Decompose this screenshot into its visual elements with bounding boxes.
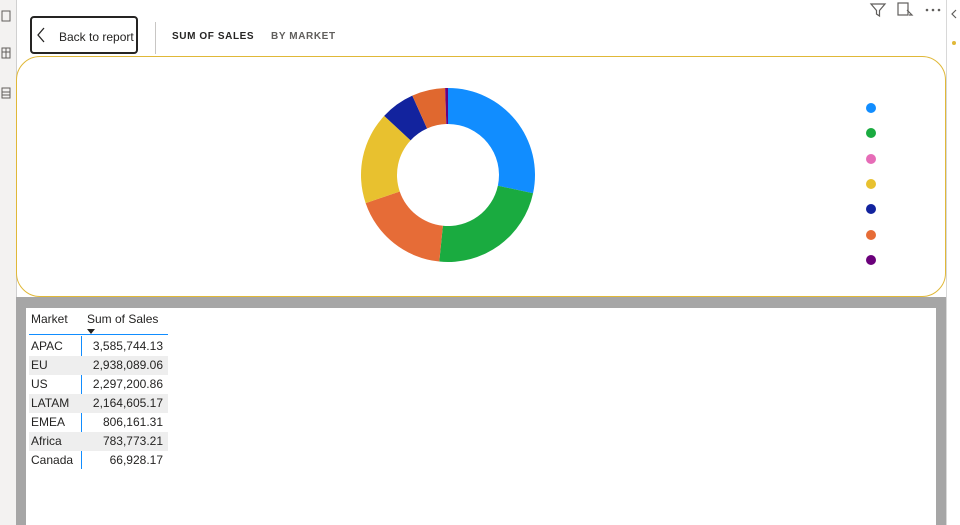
market-cell: LATAM xyxy=(31,396,70,410)
market-cell: EMEA xyxy=(31,415,66,429)
page-icon[interactable] xyxy=(1,10,11,22)
filter-icon[interactable] xyxy=(869,1,887,19)
table-row[interactable]: APAC 3,585,744.13 xyxy=(29,337,168,356)
legend-marker-canada[interactable] xyxy=(866,255,876,265)
data-table[interactable]: Market Sum of Sales APAC 3,585,744.13 EU… xyxy=(26,308,936,525)
market-cell: EU xyxy=(31,358,48,372)
sales-cell: 783,773.21 xyxy=(102,434,163,448)
sales-cell: 2,297,200.86 xyxy=(92,377,163,391)
column-header-market[interactable]: Market xyxy=(31,312,68,326)
filters-pane-collapsed[interactable] xyxy=(946,0,960,525)
expand-pane-icon[interactable] xyxy=(947,0,960,60)
legend-marker-emea[interactable] xyxy=(866,204,876,214)
breadcrumb-by-market: BY MARKET xyxy=(271,31,336,42)
legend-marker-us[interactable] xyxy=(866,154,876,164)
pages-rail xyxy=(0,0,17,525)
table-row[interactable]: LATAM 2,164,605.17 xyxy=(29,394,168,413)
table-row[interactable]: EMEA 806,161.31 xyxy=(29,413,168,432)
sales-cell: 806,161.31 xyxy=(102,415,163,429)
legend-marker-eu[interactable] xyxy=(866,128,876,138)
chevron-left-icon xyxy=(37,27,45,43)
sales-cell: 2,938,089.06 xyxy=(92,358,163,372)
table-icon[interactable] xyxy=(1,47,11,59)
legend-marker-africa[interactable] xyxy=(866,230,876,240)
market-cell: Africa xyxy=(31,434,62,448)
table-row[interactable]: EU 2,938,089.06 xyxy=(29,356,168,375)
breadcrumb-sum-of-sales: SUM OF SALES xyxy=(172,31,255,42)
sales-cell: 66,928.17 xyxy=(109,453,163,467)
column-header-sum-of-sales[interactable]: Sum of Sales xyxy=(87,312,158,326)
donut-slice-eu[interactable] xyxy=(439,185,534,262)
header-divider xyxy=(29,334,168,335)
market-cell: APAC xyxy=(31,339,63,353)
model-icon[interactable] xyxy=(1,87,11,99)
sales-cell: 2,164,605.17 xyxy=(92,396,163,410)
legend-marker-latam[interactable] xyxy=(866,179,876,189)
back-to-report-label: Back to report xyxy=(59,30,134,44)
sales-cell: 3,585,744.13 xyxy=(92,339,163,353)
donut-chart xyxy=(361,88,535,262)
donut-slice-apac[interactable] xyxy=(448,88,535,194)
market-cell: Canada xyxy=(31,453,74,467)
back-to-report-button[interactable]: Back to report xyxy=(30,16,138,54)
donut-slice-us[interactable] xyxy=(365,191,443,262)
sales-by-market-visual[interactable] xyxy=(16,56,946,297)
market-cell: US xyxy=(31,377,48,391)
table-row[interactable]: Canada 66,928.17 xyxy=(29,451,168,470)
header-divider xyxy=(155,22,156,54)
legend-marker-apac[interactable] xyxy=(866,103,876,113)
focus-mode-icon[interactable] xyxy=(896,1,914,19)
table-row[interactable]: US 2,297,200.86 xyxy=(29,375,168,394)
more-options-icon[interactable] xyxy=(923,1,943,19)
table-row[interactable]: Africa 783,773.21 xyxy=(29,432,168,451)
